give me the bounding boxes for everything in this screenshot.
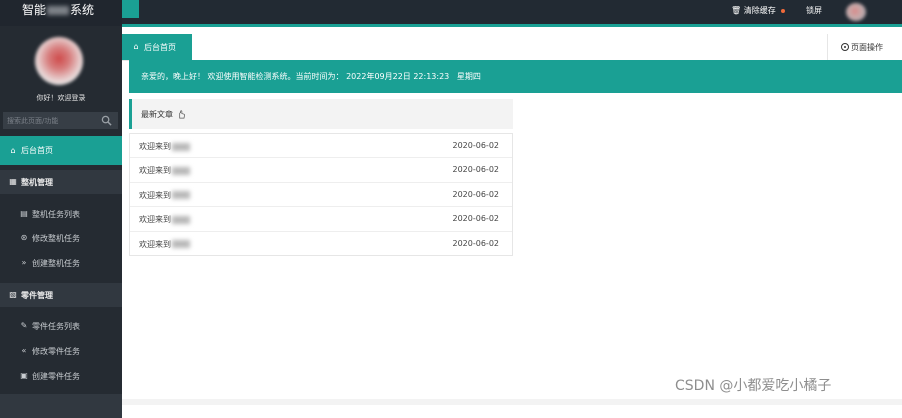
article-date: 2020-06-02 <box>452 141 500 150</box>
redacted-text <box>172 240 190 249</box>
article-date: 2020-06-02 <box>452 238 500 248</box>
list-item[interactable]: 欢迎来到 2020-06-02 <box>130 183 512 208</box>
sidebar-item-machine-task-list[interactable]: ▤ 整机任务列表 <box>0 202 122 226</box>
sidebar-item-label: 整机管理 <box>21 177 53 187</box>
article-date: 2020-06-02 <box>452 165 500 175</box>
article-title[interactable]: 欢迎来到 <box>139 190 190 201</box>
welcome-banner: 亲爱的，晚上好！ 欢迎使用智能检测系统。当前时间为： 2022年09月22日 2… <box>129 60 902 93</box>
sidebar-item-label: 修改整机任务 <box>32 233 80 243</box>
home-icon: ⌂ <box>133 42 139 51</box>
sidebar-item-label: 零件管理 <box>21 290 53 300</box>
tab-home-label: 后台首页 <box>144 42 176 52</box>
sidebar-group-machine[interactable]: ▦ 整机管理 <box>0 170 122 194</box>
sidebar-item-label: 零件任务列表 <box>32 321 80 331</box>
redacted-text <box>172 191 190 200</box>
article-title[interactable]: 欢迎来到 <box>139 165 190 176</box>
welcome-text: 亲爱的，晚上好！ 欢迎使用智能检测系统。当前时间为： 2022年09月22日 2… <box>141 72 481 81</box>
list-item[interactable]: 欢迎来到 2020-06-02 <box>130 158 512 183</box>
clear-cache-label: 清除缓存 <box>743 6 776 15</box>
app-title-suffix: 系统 <box>70 3 95 17</box>
sidebar-search <box>3 112 118 129</box>
lock-screen-label: 锁屏 <box>806 6 822 15</box>
list-item[interactable]: 欢迎来到 2020-06-02 <box>130 134 512 159</box>
sidebar-item-parts-task-list[interactable]: ✎ 零件任务列表 <box>0 314 122 338</box>
redacted-text <box>172 215 190 224</box>
sidebar-item-label: 修改零件任务 <box>32 346 80 356</box>
article-date: 2020-06-02 <box>452 189 500 199</box>
list-item[interactable]: 欢迎来到 2020-06-02 <box>130 232 512 256</box>
double-left-icon: « <box>21 346 27 355</box>
notification-dot <box>781 8 786 13</box>
edit-list-icon: ✎ <box>20 321 28 330</box>
article-title[interactable]: 欢迎来到 <box>139 239 190 250</box>
article-list: 欢迎来到 2020-06-02 欢迎来到 2020-06-02 欢迎来到 202… <box>129 133 513 256</box>
tab-bar: ⌂ 后台首页 页面操作 <box>122 27 902 61</box>
profile-avatar[interactable] <box>35 37 83 85</box>
home-icon: ⌂ <box>10 145 16 155</box>
parts-icon: ▧ <box>9 290 17 299</box>
clear-cache-button[interactable]: 🗑 清除缓存 <box>731 0 786 22</box>
machine-icon: ▦ <box>9 177 17 186</box>
list-icon: ▤ <box>20 209 28 218</box>
article-date: 2020-06-02 <box>452 214 500 224</box>
page-operations-button[interactable]: 页面操作 <box>827 34 902 60</box>
app-title-prefix: 智能 <box>22 3 47 17</box>
sidebar-item-create-machine-task[interactable]: » 创建整机任务 <box>0 251 122 275</box>
page-operations-label: 页面操作 <box>851 42 883 52</box>
sidebar-item-label: 整机任务列表 <box>32 209 80 219</box>
bottom-scroll-area <box>122 399 902 405</box>
sidebar-item-label: 创建整机任务 <box>32 258 80 268</box>
sidebar-item-create-parts-task[interactable]: ▣ 创建零件任务 <box>0 364 122 388</box>
app-title: 智能 系统 <box>0 0 122 26</box>
pointer-hand-icon <box>179 109 185 118</box>
article-title[interactable]: 欢迎来到 <box>139 214 190 225</box>
watermark: CSDN @小都爱吃小橘子 <box>675 378 832 394</box>
trash-icon: 🗑 <box>731 6 742 15</box>
greeting-text: 你好！欢迎登录 <box>36 94 86 102</box>
sidebar-item-edit-machine-task[interactable]: ⊛ 修改整机任务 <box>0 226 122 250</box>
sidebar-group-partial[interactable] <box>0 394 122 418</box>
sidebar: 你好！欢迎登录 ⌂ 后台首页 ▦ 整机管理 ▤ 整机任务列表 ⊛ 修改整机任务 … <box>0 26 122 418</box>
tab-home[interactable]: ⌂ 后台首页 <box>122 34 192 60</box>
top-bar: 智能 系统 🗑 清除缓存 锁屏 <box>0 0 902 26</box>
articles-header: 最新文章 <box>129 99 513 129</box>
search-input[interactable] <box>7 114 93 127</box>
articles-title: 最新文章 <box>141 109 173 119</box>
app-title-redacted <box>47 6 70 15</box>
target-icon <box>841 43 849 51</box>
redacted-text <box>172 166 190 175</box>
top-active-indicator <box>122 0 139 18</box>
sidebar-item-edit-parts-task[interactable]: « 修改零件任务 <box>0 339 122 363</box>
list-item[interactable]: 欢迎来到 2020-06-02 <box>130 207 512 232</box>
sidebar-item-label: 创建零件任务 <box>32 371 80 381</box>
sidebar-item-home[interactable]: ⌂ 后台首页 <box>0 136 122 165</box>
sidebar-item-label: 后台首页 <box>21 146 53 155</box>
redacted-text <box>172 142 190 151</box>
user-avatar[interactable] <box>846 3 866 21</box>
main-content: ⌂ 后台首页 页面操作 亲爱的，晚上好！ 欢迎使用智能检测系统。当前时间为： 2… <box>122 27 902 405</box>
double-right-icon: » <box>21 258 27 267</box>
article-title[interactable]: 欢迎来到 <box>139 141 190 152</box>
cart-icon: ⊛ <box>20 233 28 242</box>
sidebar-group-parts[interactable]: ▧ 零件管理 <box>0 283 122 307</box>
lock-screen-button[interactable]: 锁屏 <box>806 0 822 22</box>
car-icon: ▣ <box>20 371 28 380</box>
search-icon[interactable] <box>101 115 112 126</box>
